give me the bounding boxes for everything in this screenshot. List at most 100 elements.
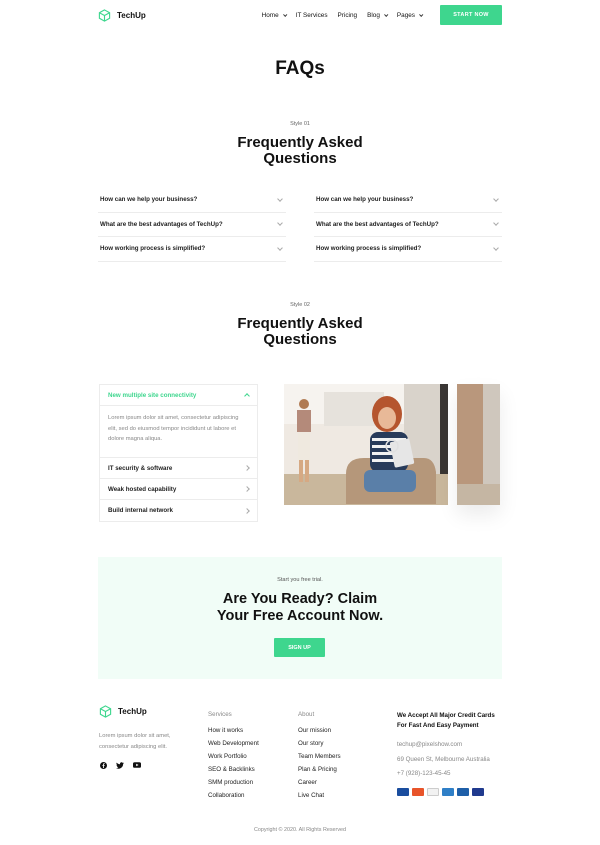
cta-section: Start you free trial. Are You Ready? Cla…	[98, 557, 502, 679]
footer-link[interactable]: Collaboration	[208, 790, 259, 803]
style-02-heading: Frequently Asked Questions	[0, 316, 600, 348]
footer-link[interactable]: Our story	[298, 738, 341, 751]
faq-question: How working process is simplified?	[316, 245, 422, 253]
chevron-right-icon	[244, 507, 250, 514]
accordion-item[interactable]: IT security & software	[100, 458, 257, 479]
discover-card-icon	[457, 787, 469, 796]
contact-address: 69 Queen St, Melbourne Australia	[397, 755, 490, 763]
faq-question: How can we help your business?	[100, 196, 198, 204]
chevron-right-icon	[244, 465, 250, 471]
footer-logo[interactable]: TechUp	[99, 705, 199, 718]
nav-item-pages[interactable]: Pages	[396, 11, 424, 19]
twitter-icon[interactable]	[116, 761, 124, 769]
main-nav: Home IT Services Pricing Blog Pages STAR…	[262, 5, 502, 25]
nav-item-home[interactable]: Home	[261, 11, 288, 19]
payment-cards	[397, 787, 507, 796]
chevron-up-icon	[244, 393, 250, 399]
faq-item[interactable]: How working process is simplified?	[314, 237, 502, 262]
contact-phone[interactable]: +7 (928)-123-45-45	[397, 767, 507, 782]
visa-card-icon	[397, 787, 409, 796]
cta-title-line: Your Free Account Now.	[216, 607, 384, 624]
amex-card-icon	[442, 787, 454, 796]
footer-link[interactable]: Web Development	[208, 738, 259, 751]
accordion-item[interactable]: Build internal network	[100, 500, 257, 521]
footer-column-title: About	[298, 711, 315, 718]
youtube-icon[interactable]	[133, 761, 141, 769]
accordion-body: Lorem ipsum dolor sit amet, consectetur …	[100, 406, 257, 458]
contact-email[interactable]: techup@pixelshow.com	[397, 738, 507, 753]
faq-question: How can we help your business?	[316, 196, 414, 204]
faq-item[interactable]: How can we help your business?	[98, 188, 286, 213]
faq-column-left: How can we help your business? What are …	[98, 188, 286, 262]
heading-line: Questions	[263, 331, 337, 348]
logo[interactable]: TechUp	[98, 8, 146, 22]
footer-services-column: Services How it works Web Development Wo…	[208, 711, 259, 802]
payment-title: We Accept All Major Credit Cards For Fas…	[397, 711, 507, 730]
heading-line: Questions	[263, 150, 337, 167]
faq-grid: How can we help your business? What are …	[98, 188, 502, 262]
cta-title-line: Are You Ready? Claim	[222, 591, 378, 607]
logo-text: TechUp	[118, 707, 147, 716]
maestro-card-icon	[472, 787, 484, 796]
footer-brand-column: TechUp Lorem ipsum dolor sit amet, conse…	[99, 705, 199, 769]
accordion-title: IT security & software	[108, 464, 173, 472]
footer-link[interactable]: SMM production	[208, 777, 259, 790]
footer-link[interactable]: Live Chat	[298, 790, 341, 803]
footer-link[interactable]: Career	[298, 777, 341, 790]
chevron-down-icon	[383, 12, 389, 17]
faq-item[interactable]: What are the best advantages of TechUp?	[98, 213, 286, 237]
style-02-label: Style 02	[290, 302, 310, 308]
logo-text: TechUp	[117, 10, 146, 20]
nav-label: Pages	[396, 11, 415, 19]
chevron-down-icon	[277, 220, 283, 227]
nav-item-blog[interactable]: Blog	[367, 11, 389, 19]
office-side-photo	[457, 384, 500, 505]
chevron-down-icon	[277, 195, 283, 202]
chevron-down-icon	[282, 12, 288, 17]
start-now-button[interactable]: START NOW	[440, 5, 502, 25]
faq-item[interactable]: How can we help your business?	[314, 188, 502, 213]
office-photo	[284, 384, 448, 505]
faq-question: How working process is simplified?	[100, 245, 206, 253]
footer-column-title: Services	[208, 711, 232, 718]
accordion-title: Build internal network	[108, 507, 173, 514]
chevron-down-icon	[419, 12, 424, 17]
social-links	[99, 761, 199, 769]
facebook-icon[interactable]	[99, 761, 107, 769]
footer-about-column: About Our mission Our story Team Members…	[298, 711, 341, 802]
nav-label: Home	[261, 11, 279, 19]
faq-question: What are the best advantages of TechUp?	[100, 220, 223, 228]
nav-item-pricing[interactable]: Pricing	[338, 12, 358, 19]
sign-up-button[interactable]: SIGN UP	[274, 638, 325, 657]
footer-link[interactable]: Plan & Pricing	[298, 764, 341, 777]
style-01-heading: Frequently Asked Questions	[0, 135, 600, 167]
accordion-item-open[interactable]: New multiple site connectivity	[100, 385, 257, 406]
chevron-down-icon	[493, 195, 499, 202]
nav-label: IT Services	[295, 11, 328, 19]
footer-description: Lorem ipsum dolor sit amet, consectetur …	[99, 733, 171, 750]
payment-title-line: We Accept All Major Credit Cards	[397, 712, 495, 719]
faq-accordion: New multiple site connectivity Lorem ips…	[99, 384, 258, 522]
logo-cube-icon	[98, 8, 111, 22]
heading-line: Frequently Asked	[237, 134, 363, 151]
accordion-title: Weak hosted capability	[108, 485, 177, 493]
page-title: FAQs	[275, 58, 325, 79]
footer-link[interactable]: Our mission	[298, 725, 341, 738]
accordion-title: New multiple site connectivity	[108, 391, 197, 399]
logo-cube-icon	[99, 705, 112, 718]
footer-link[interactable]: Team Members	[298, 751, 341, 764]
paypal-card-icon	[427, 787, 439, 796]
footer-link[interactable]: SEO & Backlinks	[208, 764, 259, 777]
footer-link[interactable]: Work Portfolio	[208, 751, 259, 764]
copyright: Copyright © 2020. All Rights Reserved	[253, 827, 347, 833]
office-photo-illustration	[284, 384, 448, 505]
nav-label: Pricing	[337, 11, 358, 19]
accordion-item[interactable]: Weak hosted capability	[100, 479, 257, 500]
footer-link[interactable]: How it works	[208, 725, 259, 738]
payment-title-line: For Fast And Easy Payment	[397, 721, 479, 729]
faq-item[interactable]: How working process is simplified?	[98, 237, 286, 262]
faq-item[interactable]: What are the best advantages of TechUp?	[314, 213, 502, 237]
nav-label: Blog	[367, 11, 380, 19]
nav-item-it-services[interactable]: IT Services	[296, 12, 328, 19]
mastercard-icon	[412, 787, 424, 796]
